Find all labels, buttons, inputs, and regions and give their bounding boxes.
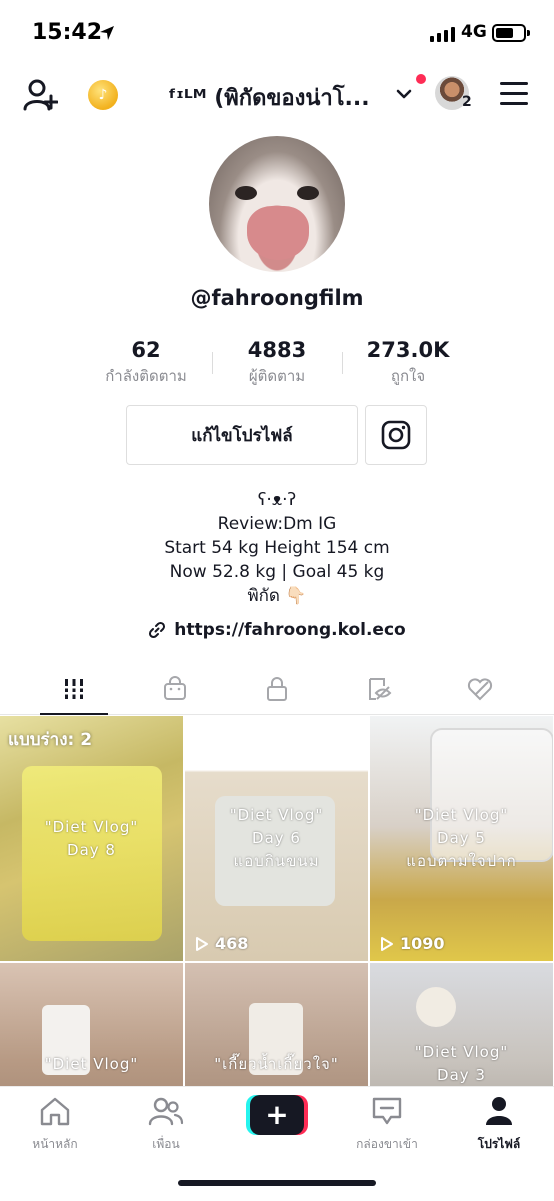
nav-friends[interactable]: เพื่อน <box>116 1095 216 1154</box>
video-thumbnail[interactable]: "Diet Vlog" <box>0 963 183 1086</box>
battery-icon <box>492 24 530 42</box>
tab-videos[interactable] <box>56 674 92 704</box>
lock-icon <box>267 677 287 701</box>
coin-icon[interactable]: ♪ <box>88 80 118 110</box>
video-thumbnail[interactable]: "Diet Vlog" Day 6 แอบกินขนม 468 <box>185 716 368 961</box>
stat-label: ถูกใจ <box>390 367 426 385</box>
menu-icon[interactable] <box>500 82 528 106</box>
add-friend-icon[interactable] <box>22 78 58 112</box>
create-button[interactable]: + <box>246 1095 308 1135</box>
video-thumbnail[interactable]: "เกี๊ยวน้ำเกี๊ยวใจ" <box>185 963 368 1086</box>
play-icon <box>381 936 393 951</box>
stat-following[interactable]: 62 กำลังติดตาม <box>76 338 216 388</box>
username: @fahroongfilm <box>190 286 364 310</box>
stat-label: ผู้ติดตาม <box>248 367 306 385</box>
stat-value: 4883 <box>247 338 307 362</box>
view-count: 468 <box>195 934 248 953</box>
chevron-down-icon[interactable] <box>394 84 414 104</box>
home-icon <box>40 1097 70 1126</box>
video-thumbnail[interactable]: "Diet Vlog" Day 5 แอบตามใจปาก 1090 <box>370 716 553 961</box>
profile-icon <box>486 1097 512 1125</box>
instagram-button[interactable] <box>365 405 427 465</box>
status-time: 15:42 <box>32 20 103 45</box>
video-caption: "Diet Vlog" Day 3 <box>414 1043 509 1084</box>
view-count: 1090 <box>380 934 445 953</box>
profile-avatar[interactable] <box>209 136 345 272</box>
instagram-icon <box>381 420 411 450</box>
link-text: https://fahroong.kol.eco <box>174 620 406 640</box>
bio-line: Now 52.8 kg | Goal 45 kg <box>169 562 385 582</box>
profile-tabs <box>0 664 554 715</box>
stat-label: กำลังติดตาม <box>105 367 187 385</box>
friends-icon <box>148 1097 184 1126</box>
inbox-icon <box>372 1097 402 1125</box>
account-name[interactable]: ᶠᶦᴸᴹ (พิกัดของน่าโ... <box>168 80 386 115</box>
heart-off-icon <box>467 678 493 701</box>
bio-line: พิกัด 👇🏻 <box>247 586 307 606</box>
play-icon <box>196 936 208 951</box>
signal-icon <box>430 26 455 42</box>
video-caption: "Diet Vlog" Day 5 แอบตามใจปาก <box>406 806 517 870</box>
shop-bag-icon <box>164 676 186 700</box>
eye-off-icon <box>369 678 392 700</box>
location-arrow-icon <box>100 26 114 40</box>
nav-label: โปรไฟล์ <box>477 1137 521 1151</box>
video-grid: แบบร่าง: 2 "Diet Vlog" Day 8 "Diet Vlog" D… <box>0 716 554 1086</box>
nav-inbox[interactable]: กล่องขาเข้า <box>337 1095 437 1154</box>
tab-shop[interactable] <box>157 674 193 704</box>
network-type: 4G <box>461 22 487 42</box>
stat-likes[interactable]: 273.0K ถูกใจ <box>338 338 478 388</box>
stat-value: 62 <box>131 338 161 362</box>
active-tab-indicator <box>40 713 108 715</box>
notification-dot <box>416 74 426 84</box>
bio-line: Start 54 kg Height 154 cm <box>164 538 390 558</box>
video-caption: "Diet Vlog" Day 6 แอบกินขนม <box>229 806 324 870</box>
nav-label: กล่องขาเข้า <box>356 1137 418 1151</box>
profile-link[interactable]: https://fahroong.kol.eco <box>0 620 554 640</box>
video-thumbnail[interactable]: แบบร่าง: 2 "Diet Vlog" Day 8 <box>0 716 183 961</box>
nav-home[interactable]: หน้าหลัก <box>5 1095 105 1154</box>
nav-label: เพื่อน <box>152 1137 180 1151</box>
video-thumbnail[interactable]: "Diet Vlog" Day 3 <box>370 963 553 1086</box>
bio: ʕ·ᴥ·ʔ Review:Dm IG Start 54 kg Height 15… <box>0 488 554 608</box>
bio-line: Review:Dm IG <box>217 514 337 534</box>
bio-line: ʕ·ᴥ·ʔ <box>257 490 297 510</box>
videos-grid-icon <box>63 679 85 699</box>
tab-liked[interactable] <box>462 674 498 704</box>
home-indicator <box>178 1180 376 1186</box>
video-caption: "Diet Vlog" Day 8 <box>44 818 139 859</box>
link-icon <box>149 621 166 639</box>
nav-label: หน้าหลัก <box>32 1137 78 1151</box>
draft-label: แบบร่าง: 2 <box>8 730 93 750</box>
video-caption: "เกี๊ยวน้ำเกี๊ยวใจ" <box>214 1055 339 1073</box>
stat-value: 273.0K <box>366 338 450 362</box>
tab-private[interactable] <box>259 674 295 704</box>
nav-profile[interactable]: โปรไฟล์ <box>449 1095 549 1154</box>
tab-hidden[interactable] <box>360 674 396 704</box>
edit-profile-button[interactable]: แก้ไขโปรไฟล์ <box>126 405 358 465</box>
account-count: 2 <box>462 94 472 110</box>
video-caption: "Diet Vlog" <box>44 1055 139 1073</box>
stat-followers[interactable]: 4883 ผู้ติดตาม <box>207 338 347 388</box>
plus-icon: + <box>250 1095 304 1135</box>
